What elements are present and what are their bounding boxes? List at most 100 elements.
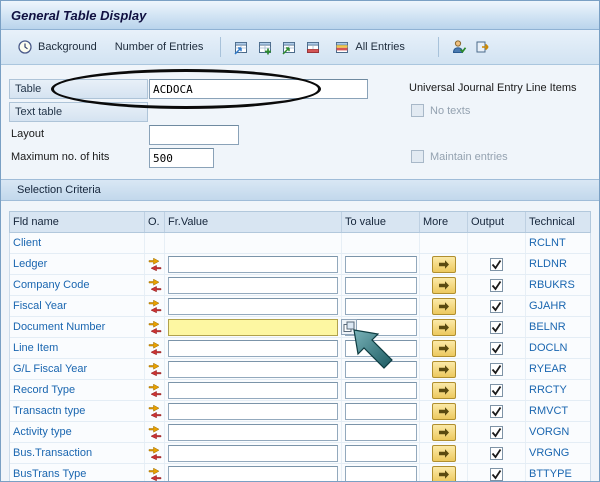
- option-cell: [145, 443, 165, 463]
- from-value-input[interactable]: [168, 276, 338, 294]
- table-copy-button[interactable]: [278, 37, 300, 58]
- to-value-input[interactable]: [345, 402, 417, 420]
- to-value-input[interactable]: [345, 360, 417, 378]
- table-input[interactable]: [149, 79, 368, 99]
- to-value-input[interactable]: [345, 423, 417, 441]
- more-selection-button[interactable]: [431, 381, 456, 399]
- to-value-input[interactable]: [345, 444, 417, 462]
- from-value-input[interactable]: [168, 381, 338, 399]
- selection-option-button[interactable]: [146, 466, 164, 481]
- selection-option-button[interactable]: [146, 277, 164, 293]
- output-checkbox[interactable]: [490, 341, 503, 355]
- maintain-entries-checkbox[interactable]: [411, 150, 424, 163]
- multi-selection-icon[interactable]: [341, 319, 357, 335]
- number-of-entries-button[interactable]: Number of Entries: [107, 37, 212, 57]
- selection-option-button[interactable]: [146, 424, 164, 440]
- from-value-input[interactable]: [168, 255, 338, 273]
- selection-option-button[interactable]: [146, 256, 164, 272]
- more-cell: [420, 401, 468, 421]
- selection-option-button[interactable]: [146, 382, 164, 398]
- layout-input[interactable]: [149, 125, 239, 145]
- maintain-user-button[interactable]: [448, 36, 470, 58]
- output-checkbox[interactable]: [490, 425, 503, 439]
- from-value-input[interactable]: [168, 360, 338, 378]
- table-row: Company Code RBUKRS: [10, 275, 590, 296]
- field-name-cell: Record Type: [10, 380, 145, 400]
- column-header: Technical: [529, 216, 575, 228]
- more-cell: [420, 443, 468, 463]
- output-checkbox[interactable]: [490, 383, 503, 397]
- output-checkbox[interactable]: [490, 404, 503, 418]
- table-row: Ledger RLDNR: [10, 254, 590, 275]
- table-choose-icon: [233, 40, 249, 55]
- selection-option-button[interactable]: [146, 403, 164, 419]
- option-cell: [145, 275, 165, 295]
- option-cell: [145, 338, 165, 358]
- more-selection-button[interactable]: [431, 465, 456, 481]
- selection-option-button[interactable]: [146, 445, 164, 461]
- technical-name-label: VRGNG: [529, 447, 570, 459]
- to-value-input[interactable]: [345, 297, 417, 315]
- no-texts-checkbox[interactable]: [411, 104, 424, 117]
- output-cell: [468, 380, 526, 400]
- to-value-input[interactable]: [345, 255, 417, 273]
- more-selection-button[interactable]: [431, 255, 456, 273]
- selection-option-button[interactable]: [146, 340, 164, 356]
- selection-option-button[interactable]: [146, 361, 164, 377]
- more-selection-button[interactable]: [431, 339, 456, 357]
- field-name-cell: Transactn type: [10, 401, 145, 421]
- option-cell: [145, 254, 165, 274]
- table-delete-row-button[interactable]: [302, 37, 324, 58]
- output-checkbox[interactable]: [490, 467, 503, 481]
- output-checkbox[interactable]: [490, 257, 503, 271]
- output-cell: [468, 464, 526, 481]
- more-selection-button[interactable]: [431, 297, 456, 315]
- to-value-cell: [342, 443, 420, 463]
- output-cell: [468, 254, 526, 274]
- more-cell: [420, 380, 468, 400]
- output-checkbox[interactable]: [490, 299, 503, 313]
- more-cell: [420, 275, 468, 295]
- more-selection-button[interactable]: [431, 360, 456, 378]
- output-cell: [468, 296, 526, 316]
- table-choose-button[interactable]: [230, 37, 252, 58]
- to-value-cell: [342, 338, 420, 358]
- from-value-input[interactable]: [168, 318, 338, 336]
- background-label: Background: [38, 41, 97, 53]
- selection-option-button[interactable]: [146, 319, 164, 335]
- maintain-entries-row: Maintain entries: [411, 150, 508, 163]
- title-bar: General Table Display: [1, 1, 599, 30]
- output-checkbox[interactable]: [490, 320, 503, 334]
- background-button[interactable]: Background: [9, 35, 105, 59]
- from-value-cell: [165, 464, 342, 481]
- output-checkbox[interactable]: [490, 362, 503, 376]
- output-checkbox[interactable]: [490, 446, 503, 460]
- from-value-input[interactable]: [168, 465, 338, 481]
- from-value-input[interactable]: [168, 339, 338, 357]
- output-checkbox[interactable]: [490, 278, 503, 292]
- max-hits-input[interactable]: [149, 148, 214, 168]
- all-entries-button[interactable]: All Entries: [326, 36, 413, 59]
- more-selection-button[interactable]: [431, 276, 456, 294]
- more-selection-button[interactable]: [431, 423, 456, 441]
- more-selection-button[interactable]: [431, 444, 456, 462]
- from-value-input[interactable]: [168, 402, 338, 420]
- selection-option-button[interactable]: [146, 298, 164, 314]
- to-value-input[interactable]: [345, 465, 417, 481]
- more-selection-button[interactable]: [431, 318, 456, 336]
- to-value-input[interactable]: [345, 276, 417, 294]
- more-selection-button[interactable]: [431, 402, 456, 420]
- field-name-label: Transactn type: [13, 405, 86, 417]
- field-name-label: BusTrans Type: [13, 468, 87, 480]
- from-value-input[interactable]: [168, 423, 338, 441]
- table-insert-button[interactable]: [254, 37, 276, 58]
- table-copy-icon: [281, 40, 297, 55]
- output-cell: [468, 233, 526, 253]
- from-value-input[interactable]: [168, 297, 338, 315]
- from-value-input[interactable]: [168, 444, 338, 462]
- technical-name-label: RYEAR: [529, 363, 567, 375]
- export-button[interactable]: [472, 36, 494, 58]
- table-description: Universal Journal Entry Line Items: [409, 82, 577, 94]
- to-value-input[interactable]: [345, 339, 417, 357]
- to-value-input[interactable]: [345, 381, 417, 399]
